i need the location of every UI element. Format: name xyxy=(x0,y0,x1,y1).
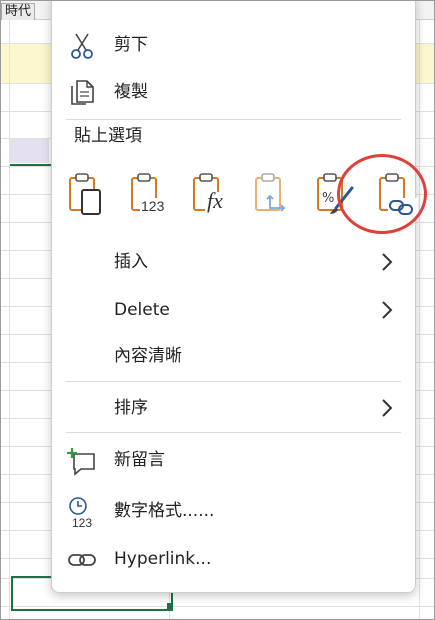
cut-label: 剪下 xyxy=(114,35,148,55)
svg-text:%: % xyxy=(322,191,334,206)
menu-item-insert[interactable]: 插入 xyxy=(52,241,415,283)
paste-options-title: 貼上選項 xyxy=(74,126,142,146)
chevron-right-icon xyxy=(379,299,395,321)
number-format-label: 數字格式...... xyxy=(114,501,215,521)
chevron-right-icon xyxy=(379,251,395,273)
new-comment-label: 新留言 xyxy=(114,450,165,470)
screenshot-frame: 時代 剪下 複製 貼上選項 123 fx % 插入 Delete 內容清晰 排序… xyxy=(0,0,435,620)
menu-item-sort[interactable]: 排序 xyxy=(52,387,415,429)
scissors-icon xyxy=(66,30,98,62)
menu-item-cut[interactable]: 剪下 xyxy=(52,24,415,66)
link-icon xyxy=(66,544,98,576)
paste-default-button[interactable] xyxy=(64,172,108,218)
menu-item-clear-contents[interactable]: 內容清晰 xyxy=(52,335,415,377)
copy-label: 複製 xyxy=(114,82,148,102)
clipboard-page-icon xyxy=(64,173,108,222)
shaded-cell xyxy=(9,139,49,163)
delete-label: Delete xyxy=(114,300,170,320)
menu-item-copy[interactable]: 複製 xyxy=(52,71,415,113)
menu-item-hyperlink[interactable]: Hyperlink... xyxy=(52,538,415,580)
paste-formulas-button[interactable]: fx xyxy=(188,172,232,218)
menu-item-new-comment[interactable]: 新留言 xyxy=(52,439,415,481)
paste-values-glyph: 123 xyxy=(141,198,165,214)
menu-separator xyxy=(66,119,401,120)
sort-label: 排序 xyxy=(114,398,148,418)
paste-formatting-button[interactable]: % xyxy=(312,172,356,218)
menu-separator xyxy=(66,381,401,382)
menu-separator xyxy=(66,432,401,433)
clipboard-link-icon xyxy=(374,173,418,222)
menu-item-delete[interactable]: Delete xyxy=(52,289,415,331)
chevron-right-icon xyxy=(379,397,395,419)
clipboard-brush-icon: % xyxy=(312,173,356,222)
sheet-cell-label: 時代 xyxy=(1,3,36,20)
menu-item-number-format[interactable]: 123 數字格式...... xyxy=(52,490,415,532)
insert-label: 插入 xyxy=(114,252,148,272)
number-format-icon: 123 xyxy=(66,496,98,530)
paste-formulas-glyph: fx xyxy=(207,188,223,213)
copy-icon xyxy=(66,77,98,109)
paste-link-button[interactable] xyxy=(374,172,418,218)
clipboard-transpose-icon xyxy=(250,173,294,222)
paste-transpose-button[interactable] xyxy=(250,172,294,218)
hyperlink-label: Hyperlink... xyxy=(114,549,212,569)
clear-contents-label: 內容清晰 xyxy=(114,346,182,366)
fill-handle[interactable] xyxy=(167,603,173,609)
paste-options-row: 123 fx % xyxy=(64,172,418,218)
context-menu: 剪下 複製 貼上選項 123 fx % 插入 Delete 內容清晰 排序 新留… xyxy=(51,1,418,593)
svg-text:123: 123 xyxy=(72,516,92,528)
paste-values-button[interactable]: 123 xyxy=(126,172,170,218)
new-comment-icon xyxy=(66,445,98,477)
